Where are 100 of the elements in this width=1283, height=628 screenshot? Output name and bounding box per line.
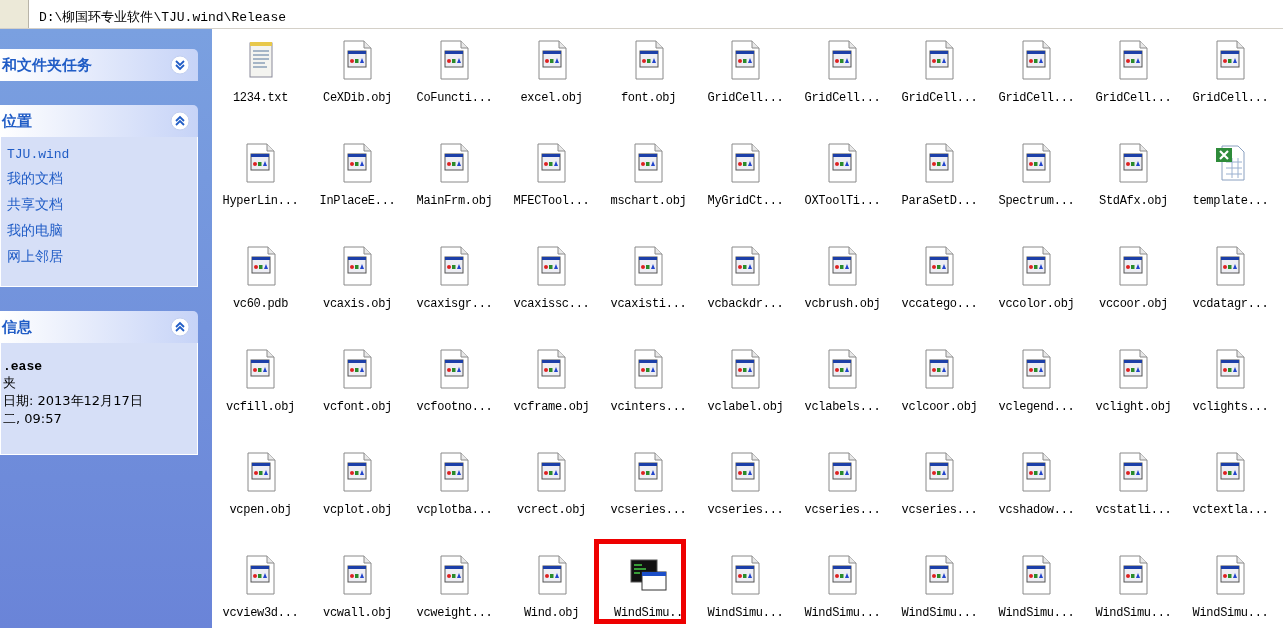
file-item[interactable]: vclabel.obj	[707, 344, 784, 414]
file-item[interactable]: WindSimu...	[1192, 550, 1269, 620]
section-header[interactable]: 位置	[0, 105, 198, 137]
file-item[interactable]: WindSimu...	[707, 550, 784, 620]
document-icon	[826, 39, 859, 81]
file-item[interactable]: StdAfx.obj	[1099, 138, 1168, 208]
file-item[interactable]: CoFuncti...	[416, 35, 493, 105]
file-item[interactable]: GridCell...	[804, 35, 881, 105]
file-item[interactable]: vcfont.obj	[323, 344, 392, 414]
file-item[interactable]: CeXDib.obj	[323, 35, 392, 105]
file-item[interactable]: excel.obj	[520, 35, 583, 105]
file-item[interactable]: vc60.pdb	[232, 241, 289, 311]
file-item[interactable]: vcplot.obj	[323, 447, 392, 517]
file-item[interactable]: GridCell...	[998, 35, 1075, 105]
file-item[interactable]: vcview3d...	[222, 550, 299, 620]
document-icon	[1117, 39, 1150, 81]
document-icon	[826, 348, 859, 390]
file-item[interactable]: vcframe.obj	[513, 344, 590, 414]
address-field[interactable]: D:\柳国环专业软件\TJU.wind\Release	[29, 0, 287, 28]
place-link[interactable]: 网上邻居	[7, 248, 189, 266]
document-icon	[1020, 348, 1053, 390]
document-icon	[1214, 39, 1247, 81]
file-item[interactable]: vcfootno...	[416, 344, 493, 414]
file-item[interactable]: MFECTool...	[513, 138, 590, 208]
file-item[interactable]: vclights...	[1192, 344, 1269, 414]
file-item[interactable]: vcdatagr...	[1192, 241, 1269, 311]
file-item[interactable]: GridCell...	[901, 35, 978, 105]
file-item[interactable]: InPlaceE...	[319, 138, 396, 208]
place-link[interactable]: 我的文档	[7, 170, 189, 188]
file-item[interactable]: WindSimu...	[804, 550, 881, 620]
file-item[interactable]: vclegend...	[998, 344, 1075, 414]
file-item[interactable]: font.obj	[620, 35, 677, 105]
file-item[interactable]: vccolor.obj	[998, 241, 1075, 311]
file-item[interactable]: MainFrm.obj	[416, 138, 493, 208]
document-icon	[923, 554, 956, 596]
file-item[interactable]: vcseries...	[901, 447, 978, 517]
file-item[interactable]: vcstatli...	[1095, 447, 1172, 517]
file-item[interactable]: Wind.obj	[523, 550, 580, 620]
file-item[interactable]: vccatego...	[901, 241, 978, 311]
file-item[interactable]: vcbackdr...	[707, 241, 784, 311]
section-header[interactable]: 信息	[0, 311, 198, 343]
document-icon	[1117, 245, 1150, 287]
address-label-area	[0, 0, 29, 28]
document-icon	[729, 554, 762, 596]
file-item[interactable]: vclcoor.obj	[901, 344, 978, 414]
file-item[interactable]: vcbrush.obj	[804, 241, 881, 311]
document-icon	[1020, 245, 1053, 287]
document-icon	[341, 348, 374, 390]
document-icon	[729, 39, 762, 81]
file-item[interactable]: WindSimu..	[614, 550, 683, 620]
folder-name: .ease	[3, 359, 43, 374]
file-item[interactable]: vcrect.obj	[517, 447, 586, 517]
file-item[interactable]: GridCell...	[1095, 35, 1172, 105]
file-item[interactable]: vcaxisti...	[610, 241, 687, 311]
file-item[interactable]: OXToolTi...	[804, 138, 881, 208]
document-icon	[1214, 245, 1247, 287]
file-item[interactable]: vcshadow...	[998, 447, 1075, 517]
file-item[interactable]: vccoor.obj	[1099, 241, 1168, 311]
file-item[interactable]: vcaxisgr...	[416, 241, 493, 311]
file-item[interactable]: MyGridCt...	[707, 138, 784, 208]
file-item[interactable]: vclabels...	[804, 344, 881, 414]
file-item[interactable]: HyperLin...	[222, 138, 299, 208]
file-item[interactable]: vcaxis.obj	[323, 241, 392, 311]
document-icon	[535, 245, 568, 287]
file-item[interactable]: vcfill.obj	[226, 344, 295, 414]
file-item[interactable]: vctextla...	[1192, 447, 1269, 517]
place-link[interactable]: TJU.wind	[7, 147, 189, 162]
file-item[interactable]: vcpen.obj	[229, 447, 292, 517]
file-item[interactable]: vclight.obj	[1095, 344, 1172, 414]
file-item[interactable]: vcplotba...	[416, 447, 493, 517]
file-item[interactable]: vcweight...	[416, 550, 493, 620]
file-item[interactable]: WindSimu...	[901, 550, 978, 620]
file-item[interactable]: vcwall.obj	[323, 550, 392, 620]
file-item[interactable]: mschart.obj	[610, 138, 687, 208]
file-item[interactable]: vcaxissc...	[513, 241, 590, 311]
spreadsheet-icon	[1214, 142, 1247, 184]
document-icon	[1020, 142, 1053, 184]
file-item[interactable]: GridCell...	[707, 35, 784, 105]
document-icon	[1214, 554, 1247, 596]
file-item[interactable]: Spectrum...	[998, 138, 1075, 208]
document-icon	[535, 554, 568, 596]
place-link[interactable]: 我的电脑	[7, 222, 189, 240]
file-item[interactable]: WindSimu...	[998, 550, 1075, 620]
file-item[interactable]: vcinters...	[610, 344, 687, 414]
file-item[interactable]: vcseries...	[707, 447, 784, 517]
section-header[interactable]: 和文件夹任务	[0, 49, 198, 81]
document-icon	[729, 451, 762, 493]
file-item[interactable]: template...	[1192, 138, 1269, 208]
file-item[interactable]: vcseries...	[610, 447, 687, 517]
file-item[interactable]: ParaSetD...	[901, 138, 978, 208]
file-item[interactable]: GridCell...	[1192, 35, 1269, 105]
document-icon	[244, 348, 277, 390]
document-icon	[1117, 554, 1150, 596]
place-link[interactable]: 共享文档	[7, 196, 189, 214]
file-item[interactable]: WindSimu...	[1095, 550, 1172, 620]
document-icon	[535, 348, 568, 390]
file-item[interactable]: vcseries...	[804, 447, 881, 517]
file-item[interactable]: 1234.txt	[232, 35, 289, 105]
detail-text: 二, 09:57	[3, 410, 63, 428]
document-icon	[729, 348, 762, 390]
